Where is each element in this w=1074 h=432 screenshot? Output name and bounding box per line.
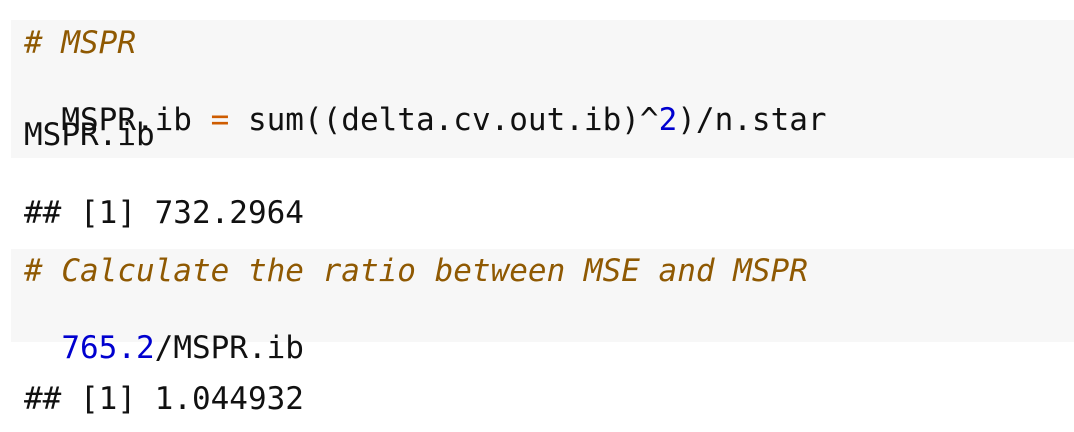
code-comment-ratio: # Calculate the ratio between MSE and MS… xyxy=(24,253,808,289)
code-line-mspr-print: MSPR.ib xyxy=(24,117,155,153)
output-mspr-value: ## [1] 732.2964 xyxy=(24,195,304,231)
code-token-assign-operator: = xyxy=(210,102,230,138)
output-ratio-value: ## [1] 1.044932 xyxy=(24,381,304,417)
code-token-sum-call: sum((delta.cv.out.ib) xyxy=(229,102,640,138)
code-token-divide-nstar: )/n.star xyxy=(677,102,827,138)
code-comment-mspr: # MSPR xyxy=(24,25,136,61)
code-token-divide-mspr: /MSPR.ib xyxy=(154,330,304,366)
code-line-ratio: 765.2/MSPR.ib xyxy=(24,302,304,364)
code-token-caret: ^ xyxy=(639,102,659,138)
code-token-exponent: 2 xyxy=(658,102,678,138)
code-token-mse-number: 765.2 xyxy=(61,330,155,366)
